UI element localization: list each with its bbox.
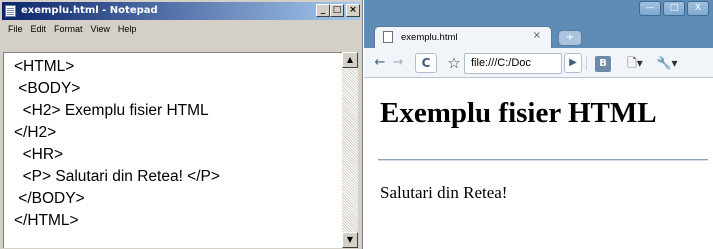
minimize-button[interactable]: _ <box>316 4 330 17</box>
bookmark-star-icon[interactable]: ☆ <box>444 53 464 73</box>
notepad-title-bar[interactable]: exemplu.html - Notepad _ □ × <box>2 2 360 20</box>
bookmark-icon: B <box>595 56 611 72</box>
notepad-window: exemplu.html - Notepad _ □ × File Edit F… <box>0 0 363 249</box>
browser-maximize-button[interactable]: □ <box>663 1 685 16</box>
notepad-app-icon <box>5 5 16 17</box>
text-line: </HTML> <box>14 212 79 229</box>
tab-close-icon[interactable]: × <box>533 30 541 41</box>
menu-format[interactable]: Format <box>54 21 83 37</box>
horizontal-rule <box>378 159 708 161</box>
browser-minimize-button[interactable]: — <box>639 1 661 16</box>
page-heading: Exemplu fisier HTML <box>380 97 657 129</box>
menu-help[interactable]: Help <box>118 21 137 37</box>
browser-window: — □ X exemplu.html × + ← → C ☆ file:///C… <box>364 0 713 249</box>
page-paragraph: Salutari din Retea! <box>380 183 508 202</box>
page-menu-icon[interactable]: 🗋▾ <box>621 53 649 73</box>
page-content: Exemplu fisier HTML Salutari din Retea! <box>364 79 713 249</box>
notepad-menu-bar: File Edit Format View Help <box>3 21 136 37</box>
wrench-menu-icon[interactable]: 🔧▾ <box>654 53 680 73</box>
text-line: <P> Salutari din Retea! </P> <box>14 168 220 185</box>
notepad-title: exemplu.html - Notepad <box>21 5 158 16</box>
text-line: <HTML> <box>14 58 75 75</box>
scroll-down-button[interactable]: ▼ <box>342 232 358 248</box>
browser-tab-strip: — □ X exemplu.html × + <box>364 0 713 48</box>
bookmarks-button[interactable]: B <box>593 53 613 73</box>
notepad-text: <HTML> <BODY> <H2> Exemplu fisier HTML </… <box>14 56 220 232</box>
browser-window-controls: — □ X <box>639 1 709 16</box>
browser-toolbar: ← → C ☆ file:///C:/Doc ▶ B 🗋▾ 🔧▾ <box>364 48 713 78</box>
new-tab-button[interactable]: + <box>558 30 582 46</box>
tab-title: exemplu.html <box>401 32 458 43</box>
text-line: </BODY> <box>14 190 85 207</box>
vertical-scrollbar[interactable]: ▲ ▼ <box>342 52 358 248</box>
page-icon <box>383 31 393 43</box>
menu-view[interactable]: View <box>91 21 110 37</box>
browser-close-button[interactable]: X <box>687 1 709 16</box>
forward-icon[interactable]: → <box>389 53 407 73</box>
text-line: <BODY> <box>14 80 81 97</box>
toolbar-separator <box>586 56 587 70</box>
go-icon[interactable]: ▶ <box>564 53 582 73</box>
notepad-text-area[interactable]: <HTML> <BODY> <H2> Exemplu fisier HTML </… <box>3 52 342 248</box>
address-bar[interactable]: file:///C:/Doc <box>464 53 562 74</box>
text-line: </H2> <box>14 124 57 141</box>
close-button[interactable]: × <box>346 4 360 17</box>
reload-icon[interactable]: C <box>415 53 437 73</box>
browser-tab[interactable]: exemplu.html × <box>374 26 552 48</box>
menu-file[interactable]: File <box>8 21 23 37</box>
scroll-up-button[interactable]: ▲ <box>342 52 358 68</box>
text-line: <H2> Exemplu fisier HTML <box>14 102 209 119</box>
menu-edit[interactable]: Edit <box>31 21 47 37</box>
text-line: <HR> <box>14 146 64 163</box>
maximize-button[interactable]: □ <box>330 4 344 17</box>
back-icon[interactable]: ← <box>371 53 389 73</box>
